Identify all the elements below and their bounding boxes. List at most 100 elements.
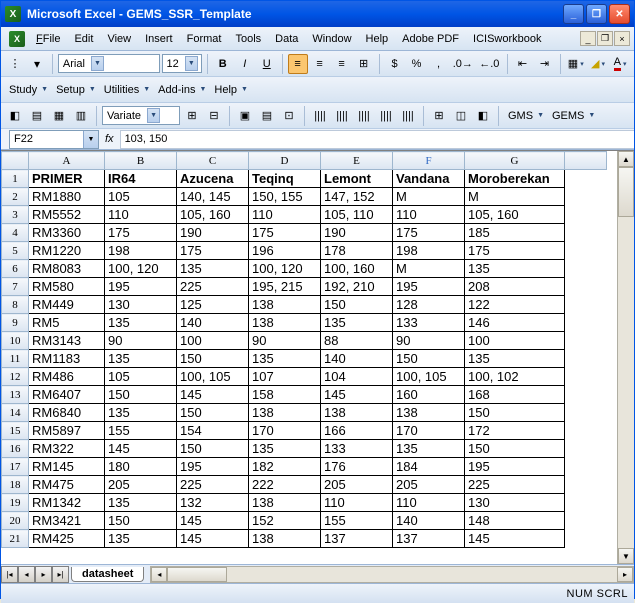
cell[interactable]: 122 xyxy=(465,296,565,314)
variate-combo[interactable]: Variate ▼ xyxy=(102,106,180,125)
cell[interactable]: RM475 xyxy=(29,476,105,494)
font-color-button[interactable]: A▾ xyxy=(610,54,630,74)
cell[interactable]: Teqinq xyxy=(249,170,321,188)
align-center-button[interactable]: ≡ xyxy=(310,54,330,74)
row-header-15[interactable]: 15 xyxy=(2,422,29,440)
cell[interactable]: 208 xyxy=(465,278,565,296)
cell[interactable]: RM580 xyxy=(29,278,105,296)
row-header-11[interactable]: 11 xyxy=(2,350,29,368)
cell[interactable]: 135 xyxy=(105,494,177,512)
col-header-b[interactable]: B xyxy=(105,152,177,170)
font-combo[interactable]: Arial ▼ xyxy=(58,54,160,73)
cell[interactable]: 105, 110 xyxy=(321,206,393,224)
cell[interactable]: 184 xyxy=(393,458,465,476)
cell[interactable]: 105 xyxy=(105,188,177,206)
minimize-button[interactable]: _ xyxy=(563,4,584,24)
cell[interactable]: RM3421 xyxy=(29,512,105,530)
tab-nav-last[interactable]: ▸| xyxy=(52,566,69,583)
cell[interactable]: 100, 160 xyxy=(321,260,393,278)
row-header-4[interactable]: 4 xyxy=(2,224,29,242)
toolbar-grip[interactable]: ⋮ xyxy=(5,54,25,74)
mdi-restore-button[interactable]: ❐ xyxy=(597,31,613,46)
cell[interactable]: 198 xyxy=(105,242,177,260)
tool-icon-2[interactable]: ▤ xyxy=(27,106,47,126)
increase-indent-button[interactable]: ⇥ xyxy=(535,54,555,74)
cell[interactable]: 135 xyxy=(465,260,565,278)
cell[interactable]: 150 xyxy=(177,404,249,422)
cell[interactable]: 100 xyxy=(177,332,249,350)
cell[interactable]: RM1342 xyxy=(29,494,105,512)
barcode-icon-1[interactable]: |||| xyxy=(310,106,330,126)
cell[interactable]: 138 xyxy=(393,404,465,422)
cell[interactable]: RM3360 xyxy=(29,224,105,242)
cell[interactable]: 147, 152 xyxy=(321,188,393,206)
cell[interactable]: 138 xyxy=(249,404,321,422)
cell[interactable]: 135 xyxy=(105,350,177,368)
cell[interactable]: 150 xyxy=(105,386,177,404)
toolbar-options-icon[interactable]: ▾ xyxy=(27,54,47,74)
cell[interactable]: RM5 xyxy=(29,314,105,332)
spreadsheet-grid[interactable]: ABCDEFG1PRIMERIR64AzucenaTeqinqLemontVan… xyxy=(1,150,634,564)
decrease-decimal-button[interactable]: ←.0 xyxy=(477,54,502,74)
menu-data[interactable]: Data xyxy=(268,30,305,48)
mdi-close-button[interactable]: × xyxy=(614,31,630,46)
cell[interactable]: 105, 160 xyxy=(177,206,249,224)
cell[interactable]: 135 xyxy=(105,404,177,422)
tab-nav-next[interactable]: ▸ xyxy=(35,566,52,583)
close-button[interactable]: ✕ xyxy=(609,4,630,24)
cell[interactable]: IR64 xyxy=(105,170,177,188)
row-header-12[interactable]: 12 xyxy=(2,368,29,386)
cell[interactable]: 138 xyxy=(249,530,321,548)
hscroll-track[interactable] xyxy=(227,567,617,582)
cell[interactable]: 195 xyxy=(105,278,177,296)
tool-icon-9[interactable]: ⊡ xyxy=(279,106,299,126)
cell[interactable]: 175 xyxy=(105,224,177,242)
cell[interactable]: 178 xyxy=(321,242,393,260)
cell[interactable]: RM1183 xyxy=(29,350,105,368)
cell[interactable]: 150 xyxy=(393,350,465,368)
scroll-track[interactable] xyxy=(618,217,634,548)
cell[interactable]: 135 xyxy=(105,314,177,332)
row-header-17[interactable]: 17 xyxy=(2,458,29,476)
cell[interactable]: 150, 155 xyxy=(249,188,321,206)
cell[interactable]: 135 xyxy=(321,314,393,332)
align-left-button[interactable]: ≡ xyxy=(288,54,308,74)
row-header-2[interactable]: 2 xyxy=(2,188,29,206)
cell[interactable]: M xyxy=(465,188,565,206)
cell[interactable]: 172 xyxy=(465,422,565,440)
cell[interactable]: 175 xyxy=(465,242,565,260)
tool-icon-1[interactable]: ◧ xyxy=(5,106,25,126)
row-header-8[interactable]: 8 xyxy=(2,296,29,314)
row-header-5[interactable]: 5 xyxy=(2,242,29,260)
menu-file[interactable]: FFile xyxy=(29,30,67,48)
cell[interactable]: 190 xyxy=(177,224,249,242)
cell[interactable]: 110 xyxy=(321,494,393,512)
cell[interactable]: 182 xyxy=(249,458,321,476)
currency-button[interactable]: $ xyxy=(385,54,405,74)
font-size-combo[interactable]: 12 ▼ xyxy=(162,54,202,73)
cell[interactable]: 140, 145 xyxy=(177,188,249,206)
barcode-icon-2[interactable]: |||| xyxy=(332,106,352,126)
cell[interactable]: M xyxy=(393,260,465,278)
barcode-icon-3[interactable]: |||| xyxy=(354,106,374,126)
cell[interactable]: 166 xyxy=(321,422,393,440)
utilities-menu[interactable]: Utilities▼ xyxy=(100,84,152,96)
cell[interactable]: 190 xyxy=(321,224,393,242)
cell[interactable]: 195, 215 xyxy=(249,278,321,296)
gems-menu[interactable]: GEMS▼ xyxy=(548,110,597,122)
cell[interactable]: M xyxy=(393,188,465,206)
cell[interactable]: 150 xyxy=(105,512,177,530)
cell[interactable]: 100, 102 xyxy=(465,368,565,386)
cell[interactable]: RM3143 xyxy=(29,332,105,350)
cell[interactable]: 150 xyxy=(321,296,393,314)
tab-nav-prev[interactable]: ◂ xyxy=(18,566,35,583)
cell[interactable]: 133 xyxy=(321,440,393,458)
cell[interactable]: 155 xyxy=(105,422,177,440)
cell[interactable]: 170 xyxy=(393,422,465,440)
cell[interactable]: RM1220 xyxy=(29,242,105,260)
cell[interactable]: RM5552 xyxy=(29,206,105,224)
cell[interactable]: 145 xyxy=(321,386,393,404)
cell[interactable]: 185 xyxy=(465,224,565,242)
cell[interactable]: Lemont xyxy=(321,170,393,188)
cell[interactable]: RM1880 xyxy=(29,188,105,206)
